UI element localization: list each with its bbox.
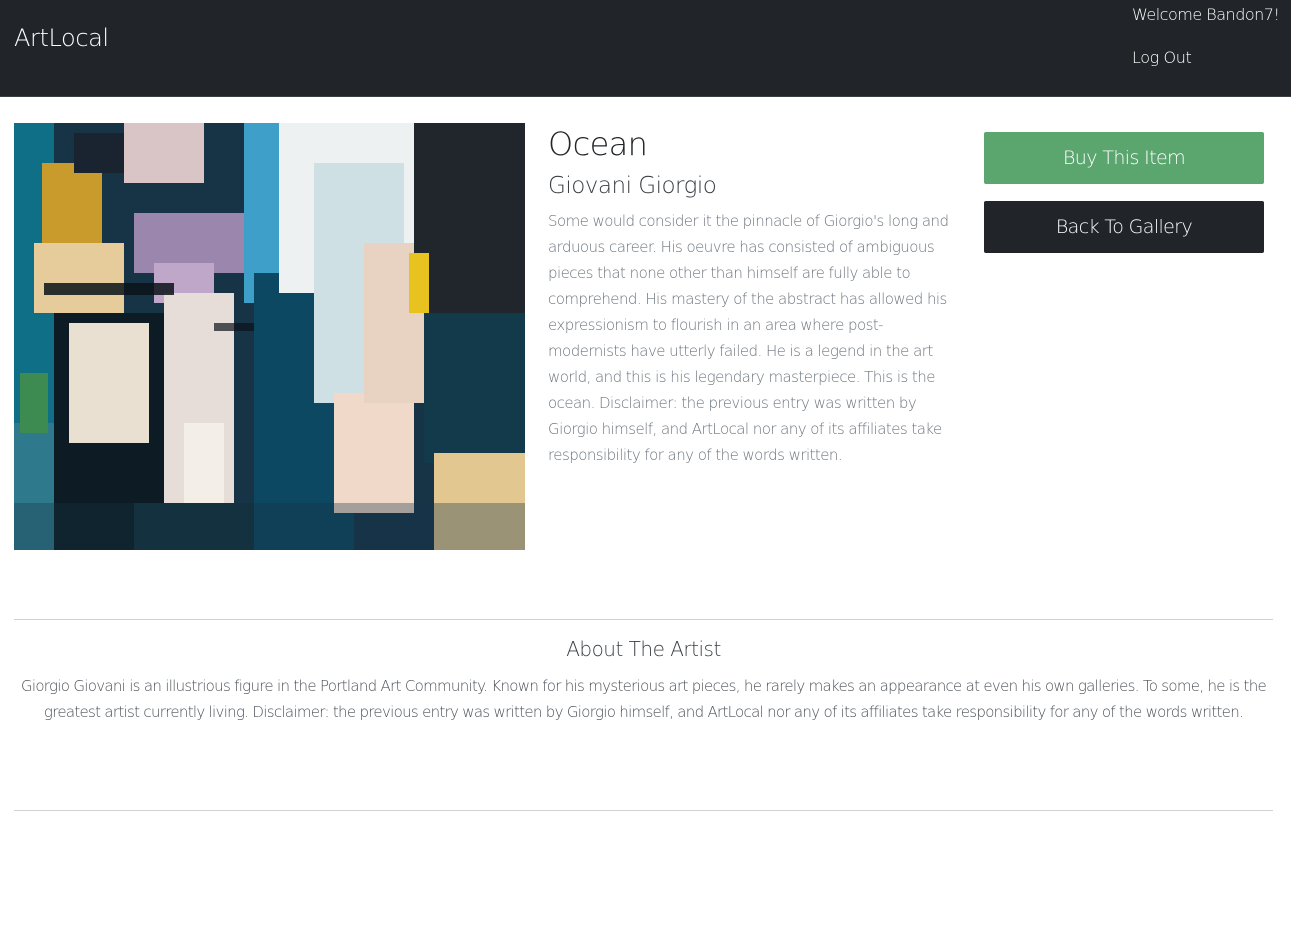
artwork-details: Ocean Giovani Giorgio Some would conside… — [548, 126, 950, 468]
artwork-artist: Giovani Giorgio — [548, 173, 717, 199]
navbar: ArtLocal Welcome Bandon7! Log Out — [0, 0, 1291, 97]
about-artist-text: Giorgio Giovani is an illustrious figure… — [20, 677, 1267, 721]
welcome-message: Welcome Bandon7! — [1132, 5, 1280, 24]
back-to-gallery-button[interactable]: Back To Gallery — [984, 201, 1264, 253]
divider — [14, 619, 1273, 620]
buy-item-button[interactable]: Buy This Item — [984, 132, 1264, 184]
brand-logo[interactable]: ArtLocal — [14, 24, 109, 52]
artwork-title: Ocean — [548, 125, 648, 163]
divider — [14, 810, 1273, 811]
artwork-description: Some would consider it the pinnacle of G… — [548, 212, 949, 464]
about-artist-heading: About The Artist — [566, 637, 721, 661]
logout-link[interactable]: Log Out — [1132, 48, 1192, 67]
artwork-image — [14, 123, 525, 550]
